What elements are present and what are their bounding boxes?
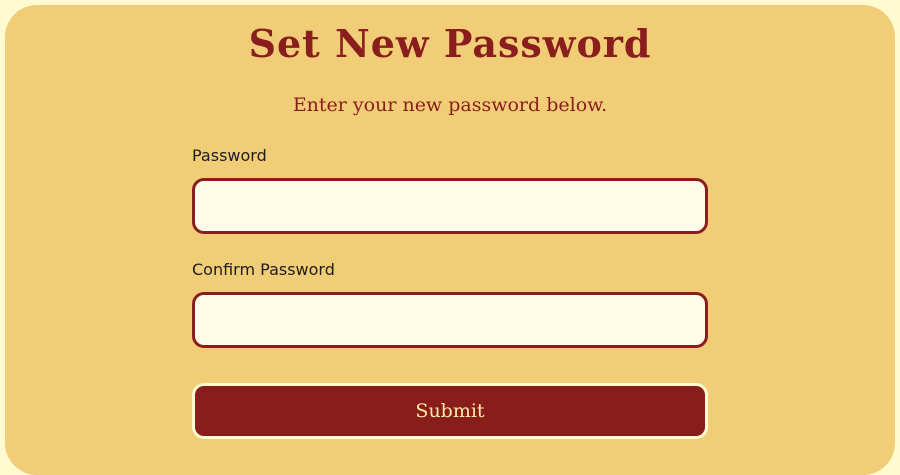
page-title: Set New Password bbox=[248, 21, 652, 66]
submit-button[interactable]: Submit bbox=[192, 383, 708, 439]
confirm-password-label: Confirm Password bbox=[192, 260, 335, 279]
password-label: Password bbox=[192, 146, 267, 165]
password-input[interactable] bbox=[192, 178, 708, 234]
page-subtitle: Enter your new password below. bbox=[292, 94, 608, 116]
confirm-password-input[interactable] bbox=[192, 292, 708, 348]
password-reset-card: Set New Password Enter your new password… bbox=[5, 5, 895, 475]
